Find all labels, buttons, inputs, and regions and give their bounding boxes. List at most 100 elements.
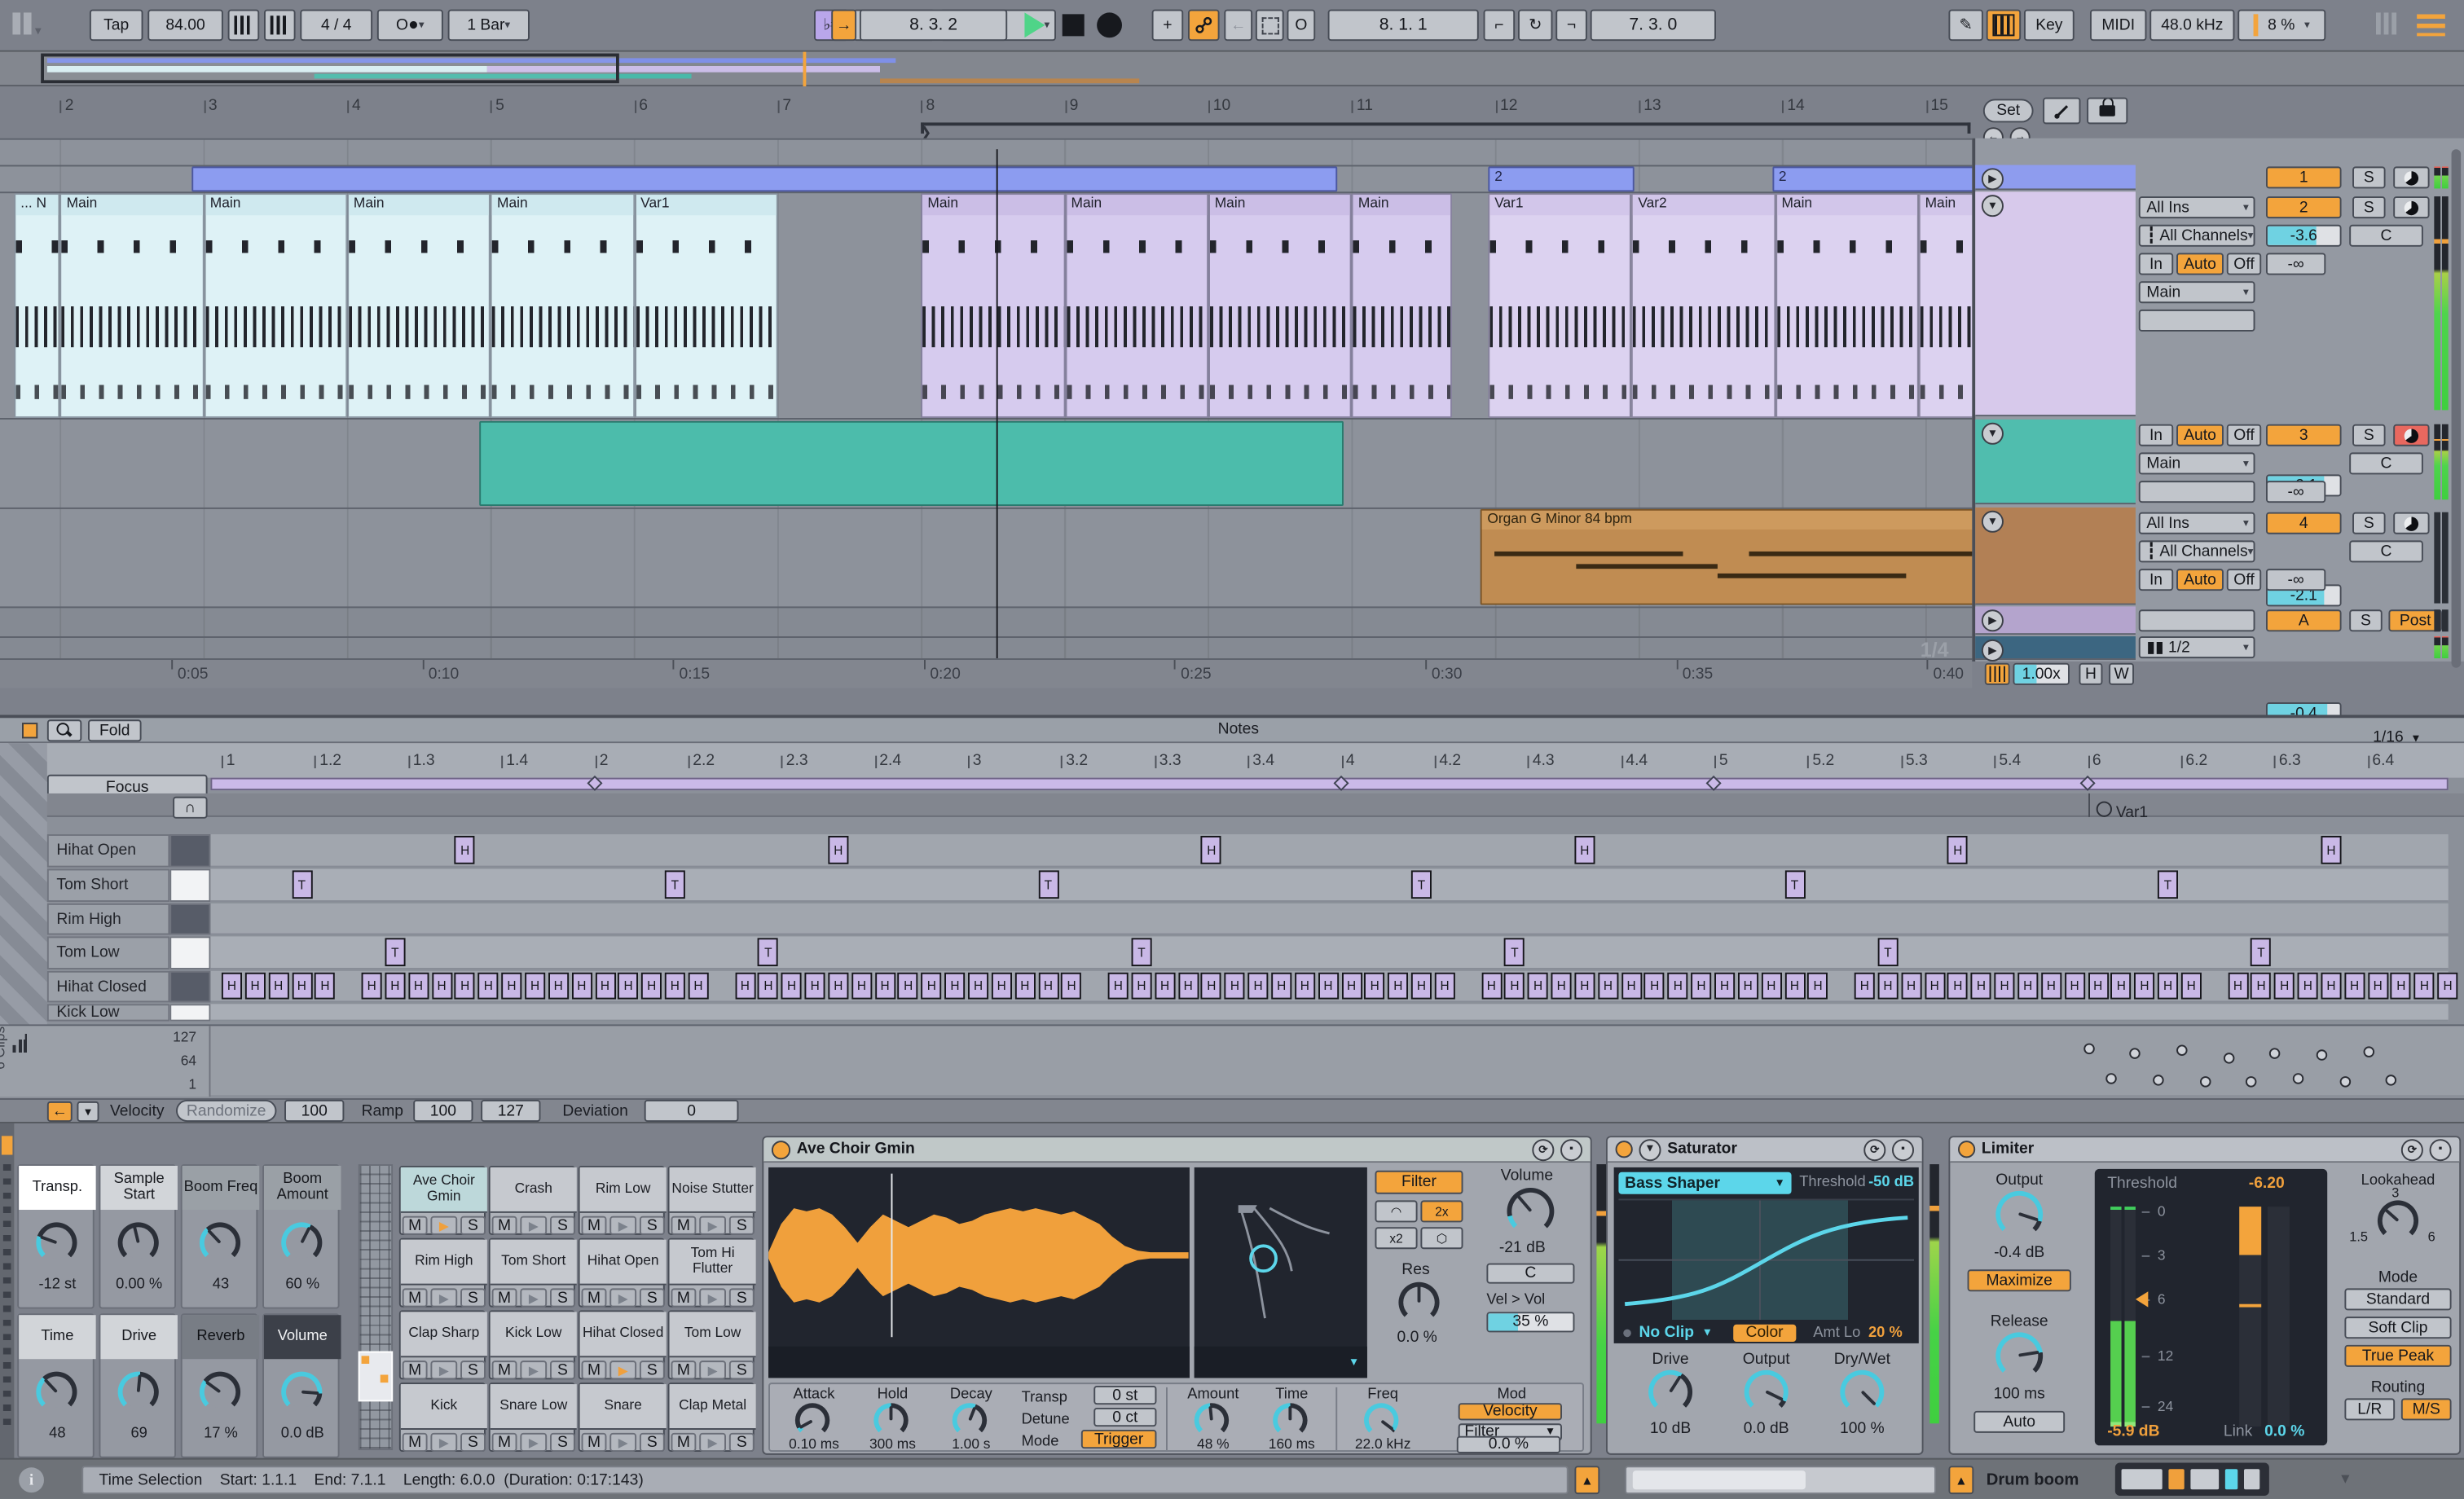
tab-notes[interactable]: Notes [1218,721,1259,738]
velocity-point[interactable] [2153,1075,2164,1086]
pad-solo-button[interactable]: S [640,1433,665,1452]
amount-value[interactable]: 48 % [1176,1436,1252,1452]
pad-play-button[interactable]: ▶ [699,1361,726,1379]
midi-note[interactable]: H [1155,973,1175,1000]
track-header[interactable]: ▼ [1975,420,2136,504]
pad-solo-button[interactable]: S [460,1216,486,1235]
drum-row-label[interactable]: Rim High [47,903,169,935]
midi-note[interactable]: H [1784,973,1805,1000]
midi-note[interactable]: H [525,973,545,1000]
midi-note[interactable]: H [1877,973,1898,1000]
pad-name[interactable]: Hihat Closed [580,1312,667,1357]
link-indicator-icon[interactable]: ▾ [12,12,53,37]
save-preset-icon[interactable]: ▪ [1560,1138,1582,1160]
midi-note[interactable]: H [2321,836,2341,864]
macro-name[interactable]: Sample Start [100,1166,177,1210]
midi-ruler[interactable]: 11.21.31.422.22.32.433.23.33.444.24.34.4… [0,743,2464,777]
output-channel-selector[interactable] [2139,310,2255,332]
solo-button[interactable]: S [2352,512,2386,534]
clip-color-chip[interactable] [22,723,37,738]
lane-selector-arrow[interactable]: ▾ [77,1101,99,1122]
midi-note[interactable]: H [1971,973,1991,1000]
save-preset-icon[interactable]: ▪ [1892,1138,1914,1160]
draw-pencil-button[interactable]: ✎ [1948,10,1982,42]
drum-pad[interactable]: Ave Choir GminM▶S [399,1166,486,1235]
volume-value[interactable]: -21 dB [1499,1240,1546,1257]
pad-mute-button[interactable]: M [582,1288,607,1307]
output-channel-selector[interactable] [2139,481,2255,503]
midi-note[interactable]: H [1901,973,1921,1000]
midi-note[interactable]: H [2438,973,2458,1000]
track-fold-icon[interactable]: ▼ [1982,423,2004,445]
macro-name[interactable]: Boom Freq [183,1166,259,1210]
drum-row-label[interactable]: Tom Short [47,868,169,901]
clip-drum[interactable]: Main [1208,193,1352,418]
prev-clip-button[interactable]: ← [47,1101,73,1122]
midi-note[interactable]: T [292,870,312,899]
link-value[interactable]: 0.0 % [2264,1423,2304,1440]
pan-field[interactable]: C [1486,1264,1574,1284]
midi-note[interactable]: H [922,973,942,1000]
pad-play-button[interactable]: ▶ [520,1288,547,1307]
midi-note[interactable]: H [1271,973,1291,1000]
drum-pad[interactable]: Tom Hi FlutterM▶S [668,1238,755,1308]
macro-knob[interactable] [36,1372,77,1413]
macro-value[interactable]: 69 [100,1422,177,1444]
filter-type-button[interactable]: ◠ [1375,1200,1417,1222]
audition-waveform-button[interactable] [1985,663,2010,685]
midi-note[interactable]: H [1435,973,1455,1000]
midi-note[interactable]: H [1947,973,1968,1000]
cpu-meter[interactable]: 8 %▾ [2237,10,2325,42]
midi-note[interactable]: H [1014,973,1035,1000]
pad-mute-button[interactable]: M [403,1216,428,1235]
output-selector[interactable]: Main▾ [2139,281,2255,303]
send-a-field[interactable]: -∞ [2266,569,2325,591]
macro-name[interactable]: Volume [264,1315,341,1359]
midi-note[interactable]: H [432,973,452,1000]
midi-note[interactable]: H [2111,973,2132,1000]
pad-play-button[interactable]: ▶ [609,1361,636,1379]
midi-note[interactable]: H [1318,973,1338,1000]
midi-note[interactable]: H [688,973,708,1000]
automation-arm-button[interactable] [1188,10,1220,42]
punch-in-button[interactable]: ⌐ [1484,10,1516,42]
macro-value[interactable]: 17 % [183,1422,259,1444]
clip-drum[interactable]: Main [1775,193,1919,418]
midi-note[interactable]: H [455,973,475,1000]
monitor-in-button[interactable]: In [2139,253,2173,275]
search-button[interactable] [47,719,81,741]
midi-note[interactable]: H [595,973,615,1000]
midi-note[interactable]: T [385,938,405,966]
midi-note[interactable]: H [992,973,1012,1000]
volume-field[interactable]: -3.6 [2266,225,2342,247]
pad-solo-button[interactable]: S [550,1433,575,1452]
clip-drum[interactable]: Var1 [1488,193,1631,418]
hold-knob[interactable] [873,1403,908,1437]
output-knob[interactable] [1995,1191,2043,1238]
pad-mute-button[interactable]: M [403,1288,428,1307]
amount-knob[interactable] [1195,1403,1229,1437]
clip-grey-panel[interactable]: 2 [1488,166,1635,191]
release-value[interactable]: 100 ms [1963,1386,2076,1403]
pad-name[interactable]: Crash [491,1167,577,1213]
pad-name[interactable]: Kick Low [491,1312,577,1357]
pad-play-button[interactable]: ▶ [609,1288,636,1307]
drum-pad[interactable]: KickM▶S [399,1383,486,1452]
volume-knob[interactable] [1507,1188,1554,1235]
midi-note[interactable]: H [1574,973,1595,1000]
midi-note[interactable]: H [1131,973,1151,1000]
track-fold-icon[interactable]: ▶ [1982,168,2004,190]
fx-display-panel[interactable]: ▼ [1195,1167,1367,1378]
midi-note[interactable]: H [805,973,825,1000]
zoom-height-button[interactable]: H [2079,663,2102,685]
randomize-button[interactable]: Randomize [176,1100,276,1122]
pad-name[interactable]: Kick [401,1384,487,1430]
pad-play-button[interactable]: ▶ [520,1361,547,1379]
macro-knob[interactable] [200,1372,240,1413]
midi-note[interactable]: T [1784,870,1805,899]
pad-mute-button[interactable]: M [403,1433,428,1452]
output-value[interactable]: -0.4 dB [1963,1244,2076,1261]
pad-solo-button[interactable]: S [640,1288,665,1307]
drum-row-key[interactable] [169,834,210,868]
pad-solo-button[interactable]: S [550,1361,575,1379]
